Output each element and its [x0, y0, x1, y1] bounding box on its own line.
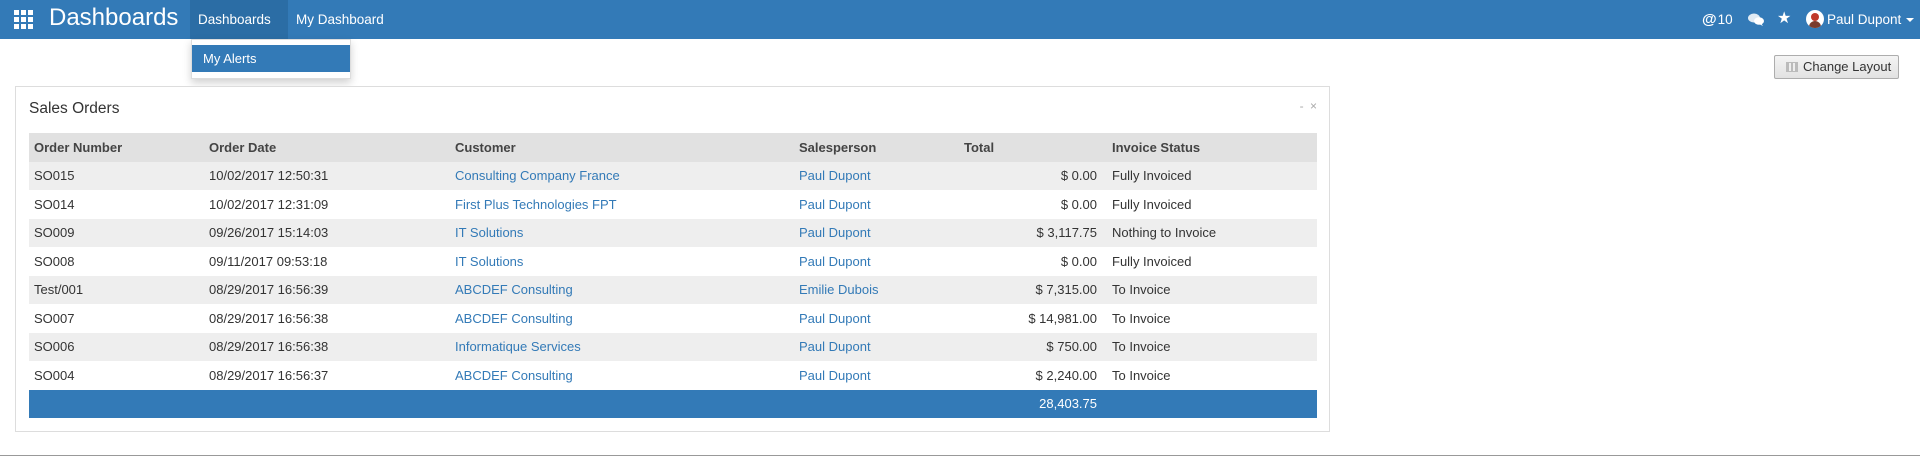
app-brand-title: Dashboards: [49, 4, 179, 31]
order-number-cell: SO009: [34, 225, 75, 241]
apps-grid-icon[interactable]: [14, 10, 33, 29]
order-date-cell: 09/26/2017 15:14:03: [209, 225, 329, 241]
invoice-status-cell: To Invoice: [1112, 339, 1171, 355]
sales-orders-panel: Sales Orders - × Order Number Order Date…: [15, 86, 1330, 432]
salesperson-link[interactable]: Paul Dupont: [794, 304, 959, 333]
total-cell: $ 14,981.00: [1028, 310, 1097, 326]
avatar: [1806, 10, 1824, 28]
table-row[interactable]: SO006 08/29/2017 16:56:38 Informatique S…: [29, 332, 1317, 362]
total-cell: $ 3,117.75: [1036, 225, 1097, 241]
salesperson-link[interactable]: Emilie Dubois: [794, 276, 959, 305]
mentions-button[interactable]: @10: [1702, 0, 1733, 39]
order-number-cell: SO014: [34, 196, 75, 212]
total-cell: $ 7,315.00: [1035, 282, 1097, 298]
customer-link[interactable]: ABCDEF Consulting: [450, 361, 794, 390]
column-header-order-number[interactable]: Order Number: [29, 133, 204, 162]
customer-link[interactable]: First Plus Technologies FPT: [450, 190, 794, 219]
layout-columns-icon: [1786, 62, 1798, 72]
table-row[interactable]: SO008 09/11/2017 09:53:18 IT Solutions P…: [29, 247, 1317, 276]
order-number-cell: SO008: [34, 253, 75, 269]
top-navbar: Dashboards Dashboards My Dashboard @10 ★…: [0, 0, 1920, 62]
mentions-count: 10: [1717, 12, 1733, 27]
salesperson-link[interactable]: Paul Dupont: [794, 333, 959, 362]
order-number-cell: SO015: [34, 168, 75, 184]
total-cell: $ 2,240.00: [1035, 367, 1097, 383]
table-row[interactable]: Test/001 08/29/2017 16:56:39 ABCDEF Cons…: [29, 275, 1317, 305]
table-row[interactable]: SO014 10/02/2017 12:31:09 First Plus Tec…: [29, 190, 1317, 219]
salesperson-link[interactable]: Paul Dupont: [794, 190, 959, 219]
table-row[interactable]: SO009 09/26/2017 15:14:03 IT Solutions P…: [29, 218, 1317, 248]
order-date-cell: 08/29/2017 16:56:38: [209, 339, 329, 355]
dropdown-item-my-alerts[interactable]: My Alerts: [192, 45, 350, 72]
invoice-status-cell: To Invoice: [1112, 310, 1171, 326]
table-header-row: Order Number Order Date Customer Salespe…: [29, 133, 1317, 162]
column-header-salesperson[interactable]: Salesperson: [794, 133, 959, 162]
order-date-cell: 08/29/2017 16:56:39: [209, 282, 329, 298]
table-row[interactable]: SO015 10/02/2017 12:50:31 Consulting Com…: [29, 161, 1317, 191]
table-footer-row: 28,403.75: [29, 389, 1317, 418]
order-number-cell: SO006: [34, 339, 75, 355]
column-header-customer[interactable]: Customer: [450, 133, 794, 162]
invoice-status-cell: To Invoice: [1112, 282, 1171, 298]
total-cell: $ 0.00: [1060, 196, 1097, 212]
salesperson-link[interactable]: Paul Dupont: [794, 219, 959, 248]
order-number-cell: SO007: [34, 310, 75, 326]
customer-link[interactable]: ABCDEF Consulting: [450, 276, 794, 305]
customer-link[interactable]: IT Solutions: [450, 219, 794, 248]
table-row[interactable]: SO007 08/29/2017 16:56:38 ABCDEF Consult…: [29, 304, 1317, 333]
order-date-cell: 08/29/2017 16:56:38: [209, 310, 329, 326]
panel-title: Sales Orders: [29, 100, 120, 117]
customer-link[interactable]: ABCDEF Consulting: [450, 304, 794, 333]
menu-dashboards-label: Dashboards: [198, 12, 271, 27]
order-date-cell: 10/02/2017 12:50:31: [209, 168, 329, 184]
total-cell: $ 0.00: [1060, 168, 1097, 184]
invoice-status-cell: Fully Invoiced: [1112, 196, 1192, 212]
total-cell: $ 750.00: [1046, 339, 1097, 355]
salesperson-link[interactable]: Paul Dupont: [794, 361, 959, 390]
order-number-cell: Test/001: [34, 282, 84, 298]
invoice-status-cell: Fully Invoiced: [1112, 253, 1192, 269]
menu-my-dashboard[interactable]: My Dashboard: [288, 0, 392, 39]
invoice-status-cell: Fully Invoiced: [1112, 168, 1192, 184]
at-mention-icon: @: [1702, 11, 1717, 28]
customer-link[interactable]: Consulting Company France: [450, 162, 794, 191]
star-icon[interactable]: ★: [1777, 8, 1791, 30]
order-number-cell: SO004: [34, 367, 75, 383]
menu-dashboards[interactable]: Dashboards: [190, 0, 288, 62]
table-row[interactable]: SO004 08/29/2017 16:56:37 ABCDEF Consult…: [29, 361, 1317, 390]
dashboards-dropdown: My Alerts: [191, 39, 351, 79]
bottom-divider: [0, 455, 1920, 456]
invoice-status-cell: To Invoice: [1112, 367, 1171, 383]
salesperson-link[interactable]: Paul Dupont: [794, 162, 959, 191]
grand-total-cell: 28,403.75: [1039, 396, 1097, 411]
total-cell: $ 0.00: [1060, 253, 1097, 269]
order-date-cell: 09/11/2017 09:53:18: [209, 253, 328, 269]
chat-bubbles-icon[interactable]: [1748, 13, 1764, 26]
minimize-icon[interactable]: -: [1300, 99, 1304, 113]
column-header-order-date[interactable]: Order Date: [204, 133, 450, 162]
panel-controls: - ×: [1297, 99, 1317, 113]
caret-down-icon: [1906, 18, 1915, 23]
customer-link[interactable]: Informatique Services: [450, 333, 794, 362]
customer-link[interactable]: IT Solutions: [450, 247, 794, 276]
user-menu[interactable]: Paul Dupont: [1806, 0, 1915, 39]
salesperson-link[interactable]: Paul Dupont: [794, 247, 959, 276]
change-layout-button[interactable]: Change Layout: [1774, 55, 1899, 79]
user-name: Paul Dupont: [1827, 12, 1902, 27]
column-header-total[interactable]: Total: [959, 133, 1107, 162]
sales-orders-table: Order Number Order Date Customer Salespe…: [29, 133, 1317, 418]
order-date-cell: 10/02/2017 12:31:09: [209, 196, 329, 212]
close-icon[interactable]: ×: [1310, 99, 1317, 113]
column-header-invoice-status[interactable]: Invoice Status: [1107, 133, 1317, 162]
invoice-status-cell: Nothing to Invoice: [1112, 225, 1217, 241]
change-layout-label: Change Layout: [1803, 59, 1892, 74]
order-date-cell: 08/29/2017 16:56:37: [209, 367, 329, 383]
